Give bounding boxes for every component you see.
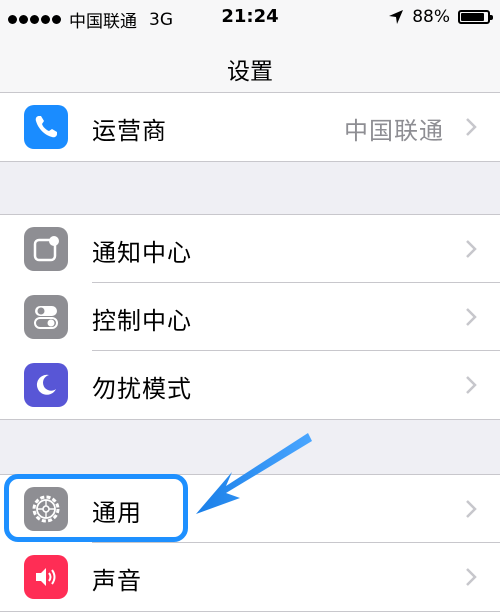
status-bar: 中国联通 3G 21:24 88% bbox=[0, 0, 500, 34]
speaker-icon bbox=[24, 555, 68, 599]
row-do-not-disturb[interactable]: 勿扰模式 bbox=[0, 351, 500, 419]
battery-icon bbox=[458, 10, 493, 24]
row-control-center[interactable]: 控制中心 bbox=[0, 283, 500, 351]
status-right: 88% bbox=[388, 7, 493, 27]
chevron-right-icon bbox=[466, 308, 477, 326]
row-sounds[interactable]: 声音 bbox=[0, 543, 500, 611]
battery-percent: 88% bbox=[412, 7, 450, 27]
row-label-control-center: 控制中心 bbox=[92, 307, 192, 335]
notification-center-icon bbox=[24, 227, 68, 271]
control-center-icon bbox=[24, 295, 68, 339]
row-notification-center[interactable]: 通知中心 bbox=[0, 215, 500, 283]
row-value-carrier: 中国联通 bbox=[344, 117, 444, 145]
row-label-carrier: 运营商 bbox=[92, 117, 167, 145]
nav-bar: 设置 bbox=[0, 34, 500, 101]
row-carrier[interactable]: 运营商 中国联通 bbox=[0, 93, 500, 161]
location-arrow-icon bbox=[389, 10, 404, 24]
moon-icon bbox=[24, 363, 68, 407]
chevron-right-icon bbox=[466, 376, 477, 394]
highlight-box bbox=[4, 474, 188, 542]
row-label-sounds: 声音 bbox=[92, 567, 142, 595]
chevron-right-icon bbox=[466, 118, 477, 136]
chevron-right-icon bbox=[466, 500, 477, 518]
page-title: 设置 bbox=[227, 59, 273, 85]
row-label-do-not-disturb: 勿扰模式 bbox=[92, 375, 192, 403]
settings-group-carrier: 运营商 中国联通 bbox=[0, 92, 500, 162]
phone-icon bbox=[24, 105, 68, 149]
row-label-notification-center: 通知中心 bbox=[92, 239, 192, 267]
chevron-right-icon bbox=[466, 240, 477, 258]
chevron-right-icon bbox=[466, 568, 477, 586]
battery-level bbox=[461, 13, 484, 21]
settings-group-notifications: 通知中心 控制中心 勿扰模式 bbox=[0, 214, 500, 420]
